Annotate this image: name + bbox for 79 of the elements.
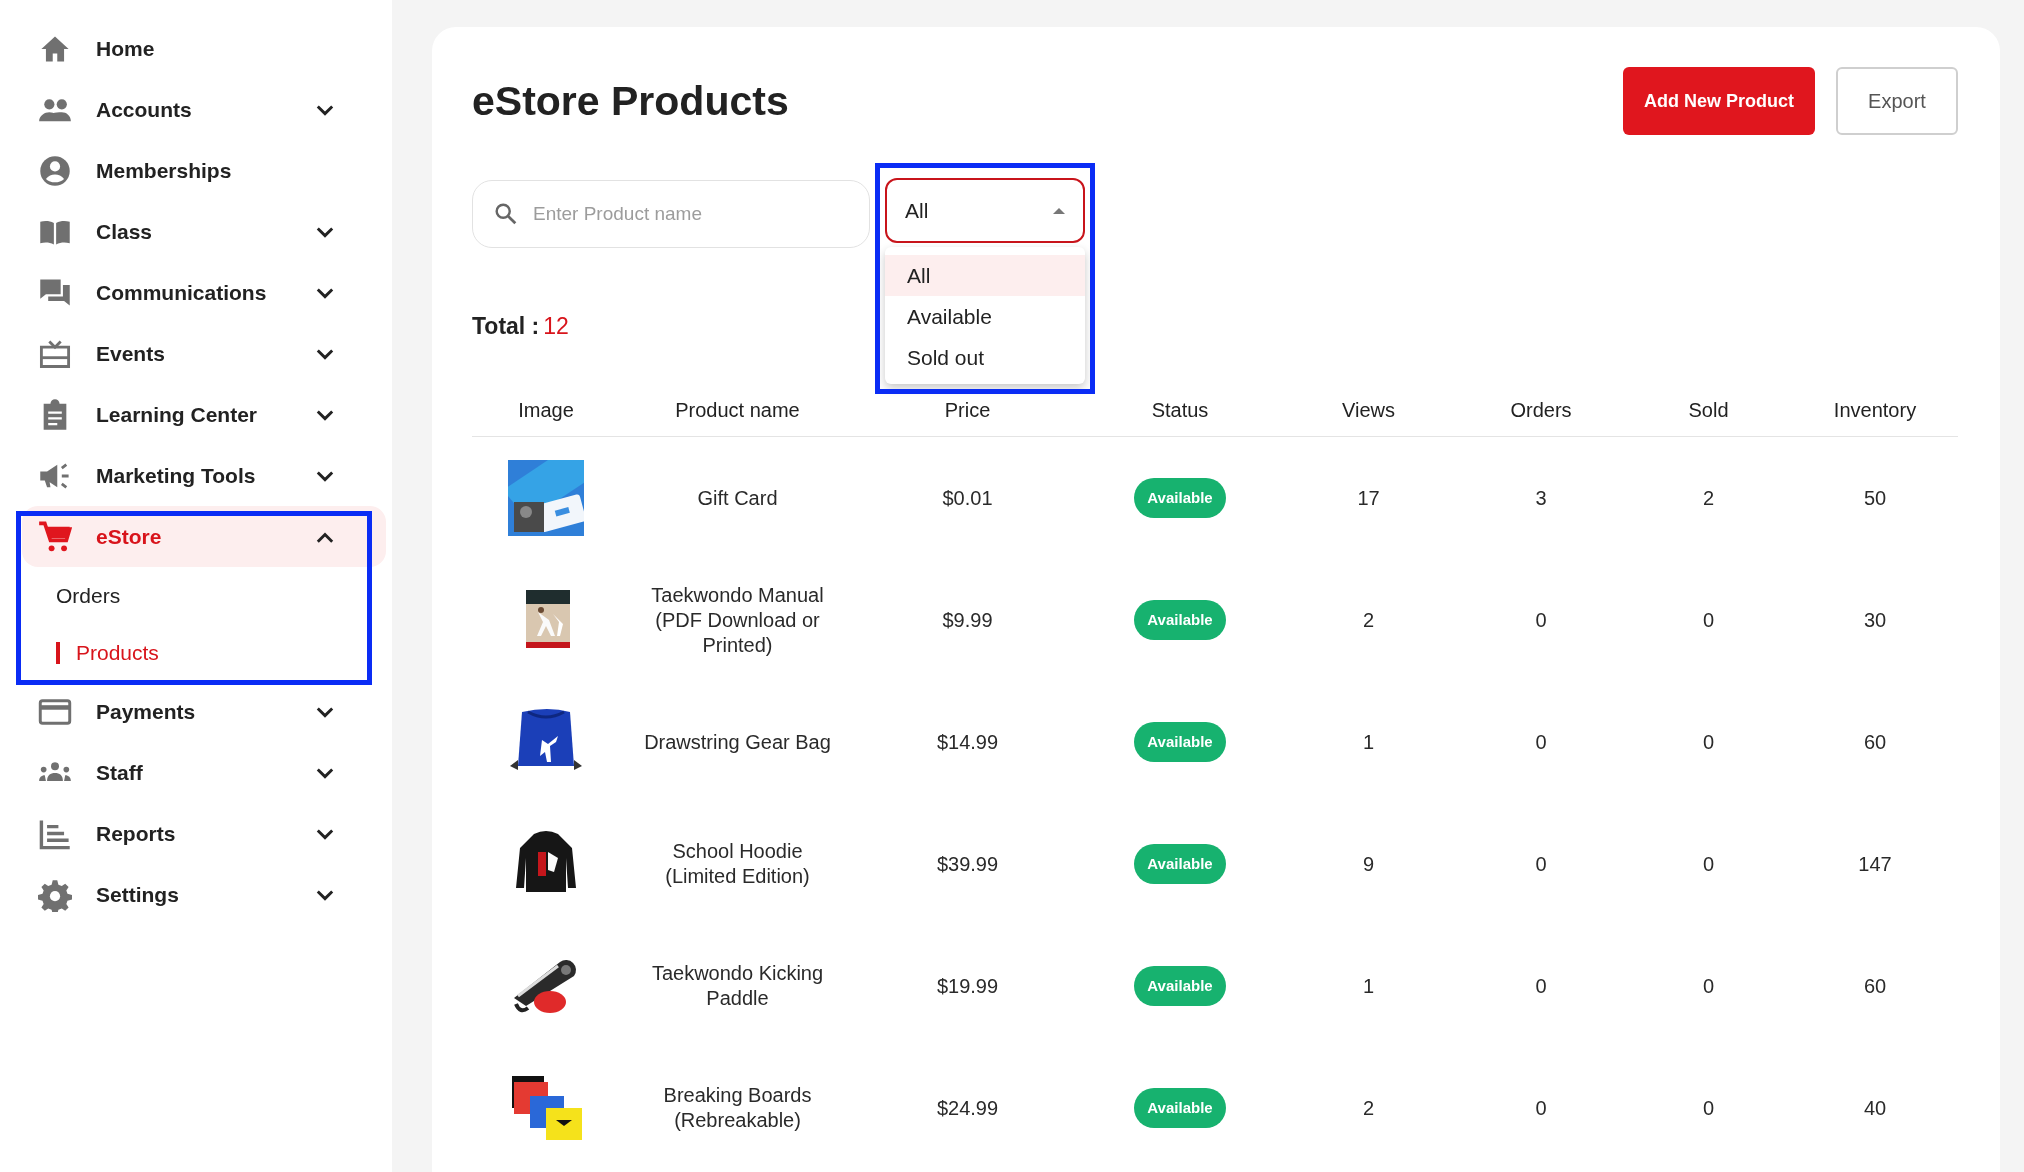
nav-item[interactable]: Communications — [22, 262, 386, 323]
views-count: 2 — [1362, 1095, 1375, 1121]
price: $14.99 — [936, 729, 999, 755]
orders-count: 0 — [1535, 729, 1547, 755]
price: $9.99 — [942, 607, 993, 633]
inventory-count: 60 — [1863, 973, 1887, 999]
price: $24.99 — [936, 1095, 999, 1121]
sold-count: 2 — [1702, 485, 1715, 511]
product-name: Gift Card — [697, 485, 778, 511]
price: $0.01 — [942, 485, 993, 511]
nav-item[interactable]: Settings — [22, 864, 386, 925]
column-header: Price — [943, 398, 992, 422]
price: $39.99 — [936, 851, 999, 877]
status-badge: Available — [1134, 965, 1226, 1007]
sold-count: 0 — [1702, 1095, 1715, 1121]
status-dropdown[interactable]: All — [885, 178, 1085, 243]
orders-count: 0 — [1535, 973, 1547, 999]
nav-item[interactable]: Accounts — [22, 79, 386, 140]
orders-count: 0 — [1535, 1095, 1547, 1121]
product-name: Taekwondo Kicking Paddle — [650, 961, 825, 1011]
add-product-button[interactable]: Add New Product — [1623, 67, 1815, 135]
menu-option[interactable]: All — [885, 255, 1085, 296]
nav-item[interactable]: Home — [22, 18, 386, 79]
sold-count: 0 — [1702, 851, 1715, 877]
orders-count: 3 — [1535, 485, 1547, 511]
column-header: Sold — [1687, 398, 1730, 422]
sold-count: 0 — [1702, 973, 1715, 999]
product-name: Breaking Boards (Rebreakable) — [662, 1083, 813, 1133]
status-badge: Available — [1134, 477, 1226, 519]
nav-item[interactable]: Memberships — [22, 140, 386, 201]
views-count: 2 — [1362, 607, 1375, 633]
inventory-count: 147 — [1858, 851, 1892, 877]
nav-item[interactable]: eStore — [22, 506, 386, 567]
nav-item[interactable]: Staff — [22, 742, 386, 803]
price: $19.99 — [936, 973, 999, 999]
orders-count: 0 — [1535, 607, 1547, 633]
total-count: 12 — [543, 313, 569, 339]
column-header: Orders — [1509, 398, 1573, 422]
views-count: 9 — [1362, 851, 1375, 877]
active-indicator — [56, 641, 60, 664]
nav-item[interactable]: Payments — [22, 681, 386, 742]
account-circle-icon — [38, 153, 72, 188]
export-button[interactable]: Export — [1836, 67, 1958, 135]
inventory-count: 50 — [1863, 485, 1887, 511]
product-name: Taekwondo Manual (PDF Download or Printed) — [650, 582, 825, 658]
status-badge: Available — [1134, 599, 1226, 641]
page-title: eStore Products — [472, 77, 789, 125]
sold-count: 0 — [1702, 607, 1715, 633]
column-header: Inventory — [1832, 398, 1918, 422]
column-header: Status — [1150, 398, 1210, 422]
column-header: Image — [517, 398, 575, 422]
nav-item[interactable]: Events — [22, 323, 386, 384]
views-count: 1 — [1362, 973, 1375, 999]
status-badge: Available — [1134, 1087, 1226, 1129]
total-label: Total : — [472, 313, 540, 339]
cart-icon — [38, 519, 72, 554]
nav-item[interactable]: Learning Center — [22, 384, 386, 445]
views-count: 17 — [1357, 485, 1380, 511]
settings-icon — [38, 877, 72, 912]
product-name: School Hoodie (Limited Edition) — [664, 839, 811, 889]
menu-option[interactable]: Available — [885, 296, 1085, 337]
nav-item[interactable]: Class — [22, 201, 386, 262]
sold-count: 0 — [1702, 729, 1715, 755]
nav-item[interactable]: Marketing Tools — [22, 445, 386, 506]
orders-count: 0 — [1535, 851, 1547, 877]
inventory-count: 30 — [1863, 607, 1887, 633]
product-name: Drawstring Gear Bag — [644, 729, 831, 755]
status-badge: Available — [1134, 721, 1226, 763]
inventory-count: 60 — [1863, 729, 1887, 755]
column-header: Product name — [674, 398, 801, 422]
nav-item[interactable]: Reports — [22, 803, 386, 864]
submenu-item[interactable]: Products — [0, 624, 392, 681]
search-field[interactable]: Enter Product name — [472, 180, 870, 248]
column-header: Views — [1341, 398, 1396, 422]
menu-option[interactable]: Sold out — [885, 337, 1085, 378]
views-count: 1 — [1362, 729, 1375, 755]
submenu-item[interactable]: Orders — [0, 567, 392, 624]
status-badge: Available — [1134, 843, 1226, 885]
inventory-count: 40 — [1863, 1095, 1887, 1121]
